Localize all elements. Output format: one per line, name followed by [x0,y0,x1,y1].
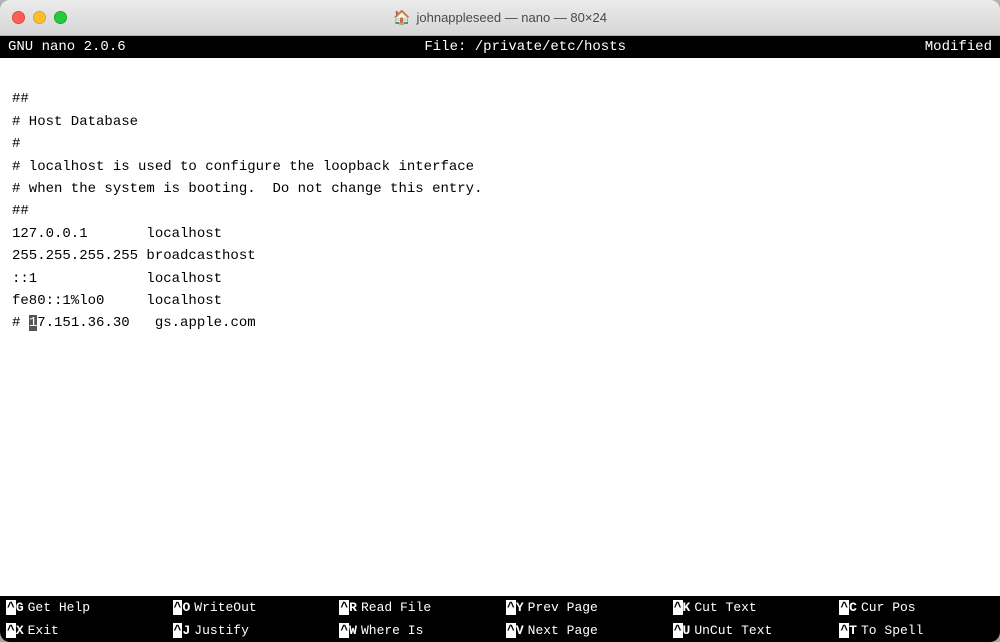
window: 🏠 johnappleseed — nano — 80×24 GNU nano … [0,0,1000,642]
minimize-button[interactable] [33,11,46,24]
traffic-lights [12,11,67,24]
shortcut-label-0-1: WriteOut [194,600,256,615]
shortcut-label-1-5: To Spell [861,623,923,638]
shortcut-item-1-0[interactable]: ^X Exit [0,619,167,642]
shortcut-row-1: ^X Exit ^JJustify ^W Where Is ^V Next Page ^UUn… [0,619,1000,642]
shortcut-key-0-3: ^Y [506,600,524,615]
maximize-button[interactable] [54,11,67,24]
shortcut-label-1-1: Justify [194,623,249,638]
shortcut-label-0-3: Prev Page [528,600,598,615]
shortcut-key-1-0: ^X [6,623,24,638]
shortcut-key-1-2: ^W [339,623,357,638]
shortcut-label-1-4: UnCut Text [694,623,772,638]
nano-filename: File: /private/etc/hosts [424,39,626,55]
shortcut-label-0-5: Cur Pos [861,600,916,615]
nano-content[interactable]: ## # Host Database # # localhost is used… [0,58,1000,596]
shortcut-label-1-2: Where Is [361,623,423,638]
shortcut-item-1-4[interactable]: ^UUnCut Text [667,619,834,642]
shortcut-item-1-1[interactable]: ^JJustify [167,619,334,642]
window-title-text: johnappleseed — nano — 80×24 [416,10,606,25]
shortcut-item-1-5[interactable]: ^T To Spell [833,619,1000,642]
shortcut-item-1-3[interactable]: ^V Next Page [500,619,667,642]
shortcut-label-0-4: Cut Text [694,600,756,615]
shortcut-item-1-2[interactable]: ^W Where Is [333,619,500,642]
shortcut-key-1-1: ^J [173,623,191,638]
shortcut-item-0-2[interactable]: ^R Read File [333,596,500,619]
nano-version: GNU nano 2.0.6 [8,39,126,55]
shortcut-label-0-0: Get Help [28,600,90,615]
shortcut-label-1-0: Exit [28,623,59,638]
title-bar: 🏠 johnappleseed — nano — 80×24 [0,0,1000,36]
shortcut-item-0-0[interactable]: ^G Get Help [0,596,167,619]
nano-modified: Modified [925,39,992,55]
nano-shortcuts: ^G Get Help ^OWriteOut ^R Read File ^Y Prev Pa… [0,596,1000,642]
shortcut-key-1-4: ^U [673,623,691,638]
shortcut-key-0-4: ^K [673,600,691,615]
shortcut-item-0-5[interactable]: ^C Cur Pos [833,596,1000,619]
shortcut-item-0-4[interactable]: ^KCut Text [667,596,834,619]
window-title: 🏠 johnappleseed — nano — 80×24 [393,9,607,26]
shortcut-label-1-3: Next Page [528,623,598,638]
close-button[interactable] [12,11,25,24]
shortcut-item-0-1[interactable]: ^OWriteOut [167,596,334,619]
shortcut-key-0-5: ^C [839,600,857,615]
shortcut-key-0-1: ^O [173,600,191,615]
nano-status-bar: GNU nano 2.0.6 File: /private/etc/hosts … [0,36,1000,58]
shortcut-key-0-2: ^R [339,600,357,615]
shortcut-key-1-3: ^V [506,623,524,638]
shortcut-row-0: ^G Get Help ^OWriteOut ^R Read File ^Y Prev Pa… [0,596,1000,619]
shortcut-key-1-5: ^T [839,623,857,638]
shortcut-item-0-3[interactable]: ^Y Prev Page [500,596,667,619]
shortcut-label-0-2: Read File [361,600,431,615]
window-icon: 🏠 [393,9,410,26]
nano-editor-container: GNU nano 2.0.6 File: /private/etc/hosts … [0,36,1000,642]
shortcut-key-0-0: ^G [6,600,24,615]
